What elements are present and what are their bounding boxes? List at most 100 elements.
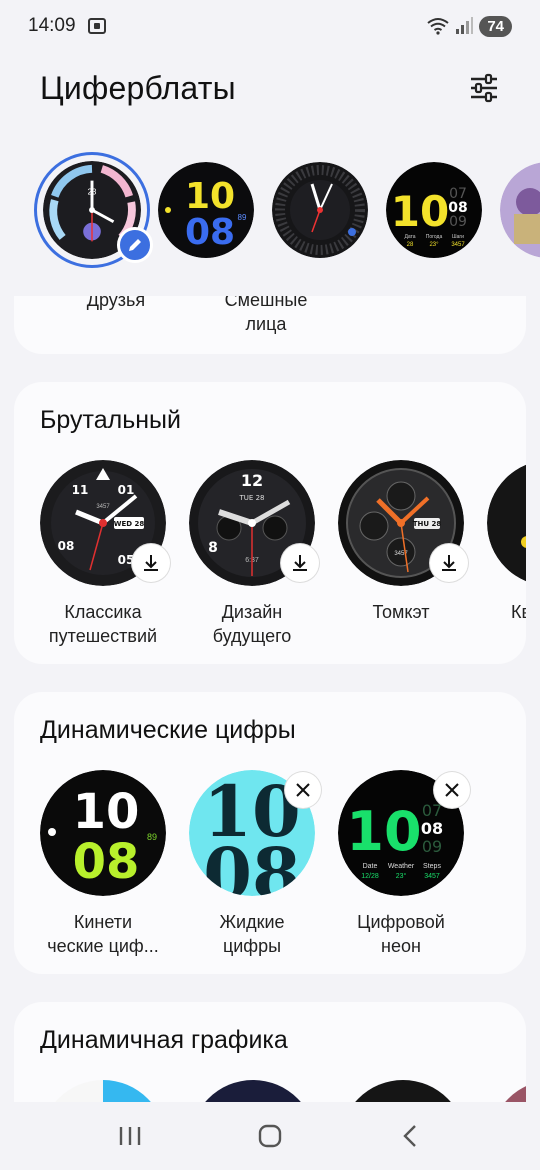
brutal2-date: TUE 28 xyxy=(239,494,265,502)
status-bar: 14:09 74 xyxy=(0,0,540,52)
card-title-dynamic-graphics: Динамичная графика xyxy=(40,1026,288,1054)
face-label: Кинети ческие циф... xyxy=(47,912,159,956)
download-icon xyxy=(293,555,307,571)
face-item-classic-travel[interactable]: 11 01 08 05 WED 28 3457 Классика путешес… xyxy=(28,460,178,648)
screenshot-icon xyxy=(87,18,106,34)
digits3-sub2: 08 xyxy=(421,819,443,838)
watchface-photo xyxy=(500,162,540,258)
card-dynamic-digits: Динамические цифры 10 08 89 Кинети чески… xyxy=(14,692,526,974)
brutal1-small: 3457 xyxy=(96,504,110,510)
header: Циферблаты xyxy=(0,60,540,116)
back-button[interactable] xyxy=(380,1106,440,1166)
brutal1-num08: 08 xyxy=(58,539,75,553)
face-item-future-design[interactable]: 12 8 TUE 28 6:37 Дизайн будущего xyxy=(177,460,327,648)
current-face-2[interactable]: 10 08 89 xyxy=(158,162,254,258)
watchface-hex xyxy=(487,464,526,582)
card-title-dynamic-digits: Динамические цифры xyxy=(40,716,296,744)
home-button[interactable] xyxy=(240,1106,300,1166)
recents-icon xyxy=(119,1127,141,1145)
pencil-icon xyxy=(129,239,141,251)
face-label: Ква xyxy=(511,602,526,622)
download-icon xyxy=(144,555,158,571)
download-button[interactable] xyxy=(281,544,319,582)
face4-hour: 10 xyxy=(391,187,449,236)
face-item-digital-neon[interactable]: 10 07 08 09 Date Weather Steps 12/28 23°… xyxy=(326,770,476,958)
status-indicators: 74 xyxy=(427,15,512,37)
digits2-minute: 08 xyxy=(203,832,300,896)
face4-val1: 28 xyxy=(407,242,414,248)
page-title: Циферблаты xyxy=(40,69,236,106)
face2-hour: 10 xyxy=(185,176,235,217)
navigation-bar xyxy=(0,1102,540,1170)
battery-badge: 74 xyxy=(479,15,512,37)
watchface-digital-yellow-blue: 10 08 89 xyxy=(158,162,254,258)
face-label: Томкэт xyxy=(372,602,430,622)
digits3-hour: 10 xyxy=(346,800,421,863)
face2-small: 89 xyxy=(238,213,247,222)
face-label: Дизайн будущего xyxy=(212,602,292,646)
close-icon xyxy=(296,783,310,797)
brutal1-num11: 11 xyxy=(72,483,89,497)
face-label: Жидкие цифры xyxy=(219,912,285,956)
signal-icon xyxy=(456,17,474,34)
remove-button[interactable] xyxy=(434,772,470,808)
face-label: Цифровой неон xyxy=(357,912,445,956)
watchface-graphics-3[interactable] xyxy=(340,1080,466,1102)
current-face-1[interactable]: 23 xyxy=(34,152,153,268)
edit-face-button[interactable] xyxy=(117,227,153,263)
face-item-kinetic-digits[interactable]: 10 08 89 Кинети ческие циф... xyxy=(28,770,178,958)
close-icon xyxy=(445,783,459,797)
digits3-sub1: 07 xyxy=(422,801,442,820)
digits3-val2: 23° xyxy=(396,872,407,880)
digits3-sub3: 09 xyxy=(422,837,442,856)
face4-sub3: 09 xyxy=(449,214,467,230)
face-label-funny-faces: Смешные лица xyxy=(224,296,308,334)
current-faces-row: 23 10 08 89 10 07 08 09 Дата Погода Шаги… xyxy=(0,152,540,270)
remove-button[interactable] xyxy=(285,772,321,808)
recent-apps-button[interactable] xyxy=(100,1106,160,1166)
digits3-label2: Weather xyxy=(388,863,415,870)
face4-label2: Погода xyxy=(426,234,443,240)
face4-label1: Дата xyxy=(404,234,415,240)
brutal2-num12: 12 xyxy=(241,471,263,490)
face-item-liquid-digits[interactable]: 10 08 Жидкие цифры xyxy=(177,770,327,958)
brutal2-num8: 8 xyxy=(208,540,218,556)
digits1-small: 89 xyxy=(147,832,157,842)
digits3-label3: Steps xyxy=(423,863,441,870)
digits1-hour: 10 xyxy=(73,784,140,840)
digits1-minute: 08 xyxy=(73,834,140,890)
wifi-icon xyxy=(427,18,449,35)
watchface-graphics-2[interactable] xyxy=(190,1080,316,1102)
watchface-graphics-1[interactable] xyxy=(40,1080,166,1102)
download-button[interactable] xyxy=(132,544,170,582)
face-item-tomcat[interactable]: THU 28 3457 Томкэт xyxy=(326,460,476,624)
face-label-friends: Друзья xyxy=(86,296,146,310)
face-label: Классика путешествий xyxy=(48,602,158,646)
brutal1-num01: 01 xyxy=(118,483,135,497)
status-time: 14:09 xyxy=(28,15,76,36)
face4-label3: Шаги xyxy=(452,234,464,240)
back-icon xyxy=(403,1125,416,1147)
watchface-analog-calendar-ring xyxy=(272,162,368,258)
watchface-kinetic-digits: 10 08 89 xyxy=(40,770,166,896)
face-item-partial[interactable]: Ква xyxy=(475,460,526,624)
face1-digits: 23 xyxy=(88,187,97,196)
brutal3-date: THU 28 xyxy=(413,520,442,528)
current-face-4[interactable]: 10 07 08 09 Дата Погода Шаги 28 23° 3457 xyxy=(386,162,482,258)
face4-val2: 23° xyxy=(429,242,439,248)
brutal1-date: WED 28 xyxy=(114,520,145,528)
download-icon xyxy=(442,555,456,571)
watchface-digital-info: 10 07 08 09 Дата Погода Шаги 28 23° 3457 xyxy=(386,162,482,258)
download-button[interactable] xyxy=(430,544,468,582)
filter-button[interactable] xyxy=(468,72,500,104)
card-dynamic-graphics: Динамичная графика xyxy=(14,1002,526,1102)
face2-minute: 08 xyxy=(185,212,235,253)
watchface-graphics-4[interactable] xyxy=(490,1080,526,1102)
card-title-brutal: Брутальный xyxy=(40,406,181,434)
digits3-val1: 12/28 xyxy=(361,873,379,880)
sliders-icon xyxy=(471,73,497,103)
current-face-5[interactable] xyxy=(500,162,540,258)
digits3-val3: 3457 xyxy=(424,873,440,880)
card-previous-category: Друзья Смешные лица xyxy=(14,296,526,354)
current-face-3[interactable] xyxy=(272,162,368,258)
